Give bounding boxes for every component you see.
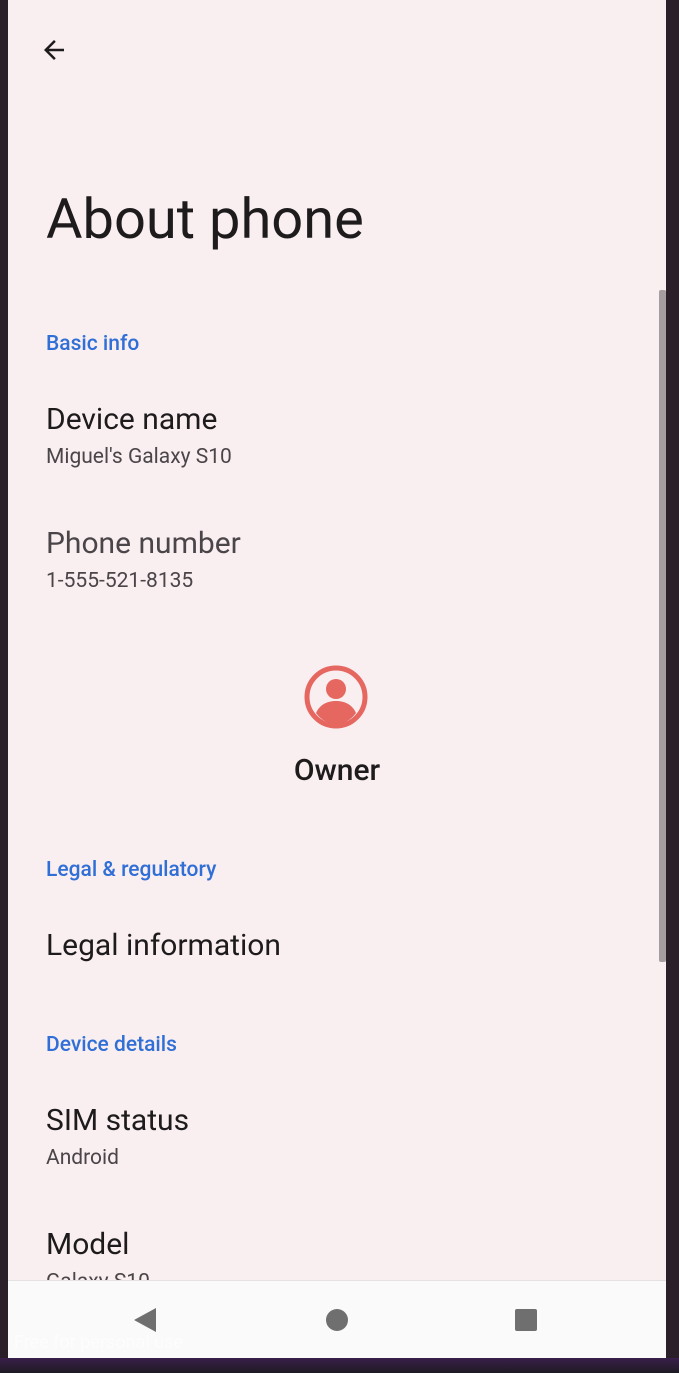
- pref-summary: Android: [46, 1146, 119, 1170]
- window-bottom-edge: [0, 1358, 679, 1373]
- pref-title: Phone number: [46, 526, 241, 561]
- section-header-legal: Legal & regulatory: [46, 858, 217, 882]
- pref-sim-status[interactable]: SIM status Android: [8, 1082, 658, 1192]
- pref-title: Legal information: [46, 928, 281, 963]
- section-header-device-details: Device details: [46, 1033, 177, 1057]
- nav-home-icon: [326, 1309, 348, 1331]
- back-button[interactable]: [32, 28, 76, 72]
- pref-device-name[interactable]: Device name Miguel's Galaxy S10: [8, 380, 658, 490]
- pref-legal-information[interactable]: Legal information: [8, 908, 658, 988]
- pref-title: Device name: [46, 402, 218, 437]
- owner-label: Owner: [293, 753, 381, 788]
- pref-summary: Miguel's Galaxy S10: [46, 445, 232, 469]
- section-header-basic-info: Basic info: [46, 332, 140, 356]
- account-circle-icon: [304, 665, 368, 729]
- scrollbar[interactable]: [659, 290, 666, 962]
- owner-profile[interactable]: Owner: [8, 660, 666, 800]
- pref-title: Model: [46, 1227, 130, 1262]
- watermark-text: Free for personal use: [14, 1332, 183, 1353]
- pref-summary: 1-555-521-8135: [46, 569, 194, 593]
- nav-back-icon: [134, 1308, 156, 1332]
- nav-recents-icon: [515, 1309, 537, 1331]
- arrow-back-icon: [44, 40, 64, 60]
- pref-phone-number[interactable]: Phone number 1-555-521-8135: [8, 505, 658, 615]
- pref-title: SIM status: [46, 1103, 190, 1138]
- nav-recents-button[interactable]: [506, 1300, 546, 1340]
- page-title: About phone: [46, 186, 364, 252]
- settings-screen: About phone Basic info Device name Migue…: [8, 0, 666, 1358]
- nav-home-button[interactable]: [317, 1300, 357, 1340]
